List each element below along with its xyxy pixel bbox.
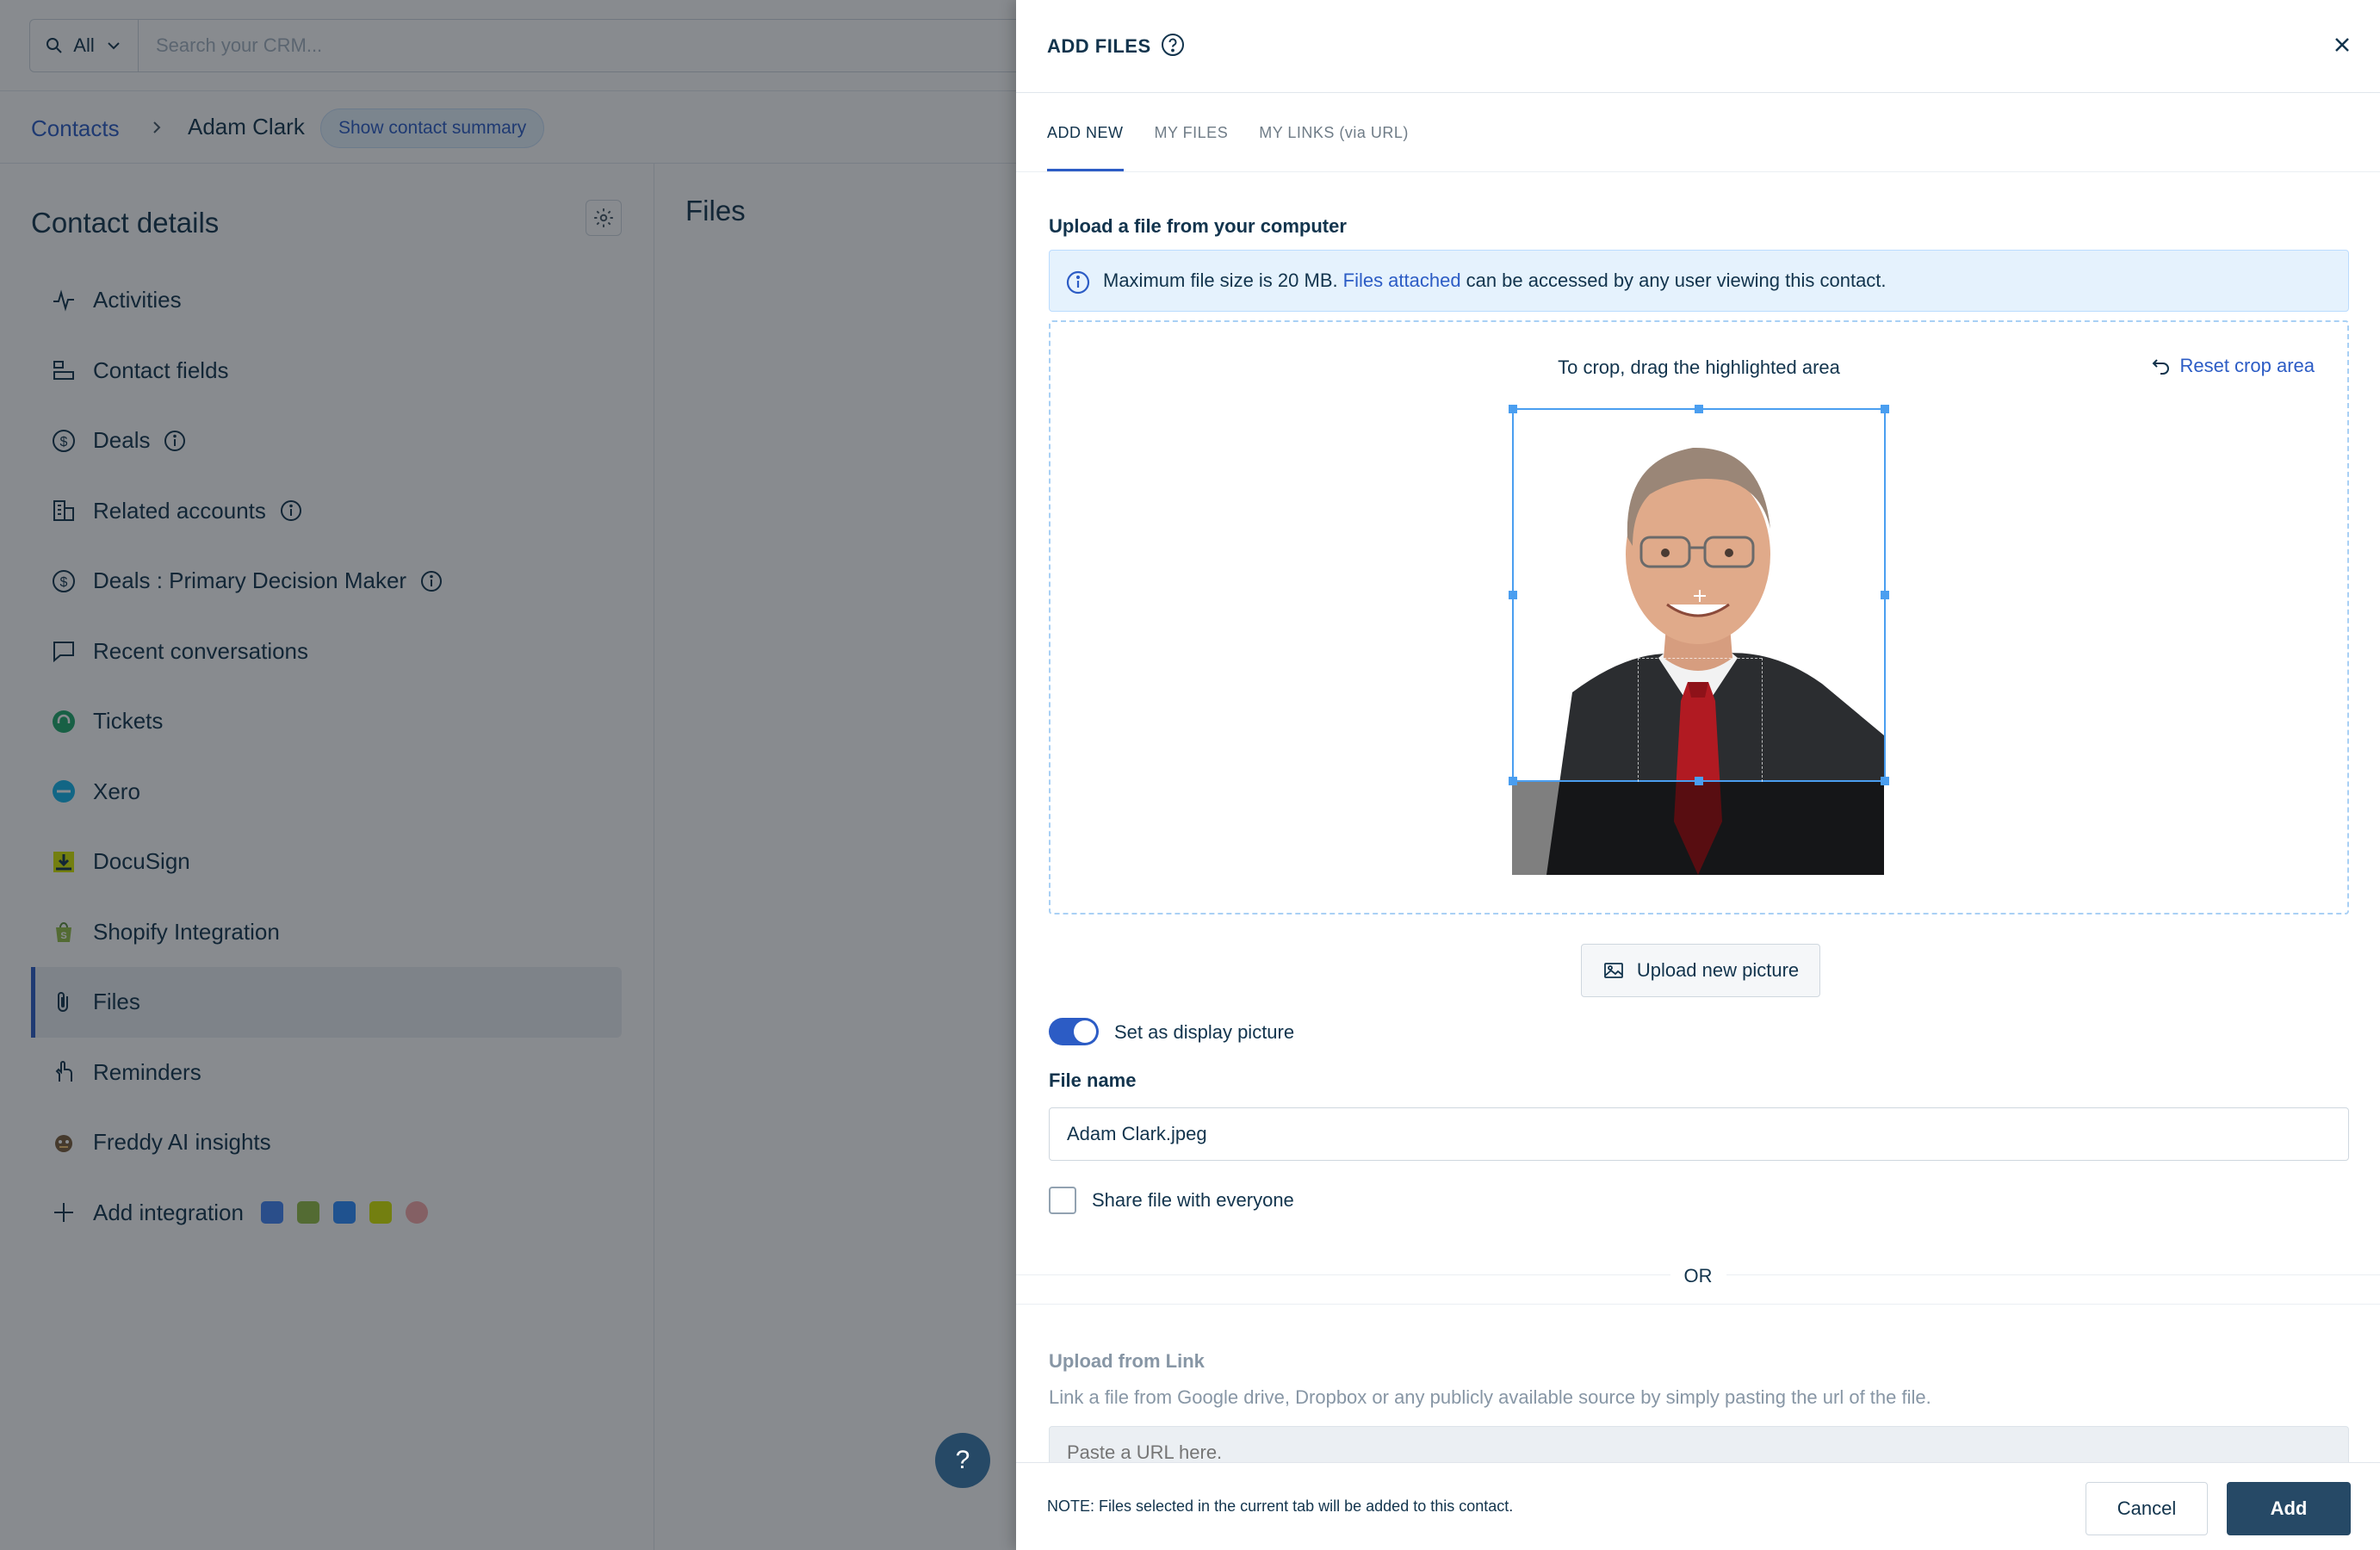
add-button[interactable]: Add (2227, 1482, 2351, 1535)
upload-new-picture-button[interactable]: Upload new picture (1581, 944, 1820, 997)
reset-crop-button[interactable]: Reset crop area (2150, 355, 2315, 377)
upload-from-link-description: Link a file from Google drive, Dropbox o… (1049, 1386, 1931, 1408)
crop-handle-bottom-right[interactable] (1881, 777, 1889, 785)
crop-dimmed-area (1512, 782, 1884, 875)
upload-new-picture-label: Upload new picture (1636, 959, 1800, 981)
crop-handle-top-left[interactable] (1509, 405, 1517, 413)
reset-crop-label: Reset crop area (2179, 355, 2315, 376)
help-button[interactable]: ? (935, 1433, 990, 1488)
drawer-tabs: ADD NEW MY FILES MY LINKS (via URL) (1047, 93, 1409, 172)
display-picture-toggle[interactable] (1049, 1018, 1099, 1045)
file-name-label: File name (1049, 1070, 1137, 1091)
crop-handle-top-right[interactable] (1881, 405, 1889, 413)
or-label: OR (1670, 1265, 1726, 1286)
drawer-title: ADD FILES (1047, 35, 1151, 57)
footer-note: NOTE: Files selected in the current tab … (1047, 1497, 1514, 1515)
banner-text-end: can be accessed by any user viewing this… (1466, 270, 1887, 291)
files-attached-link[interactable]: Files attached (1343, 270, 1461, 292)
close-icon[interactable] (2328, 31, 2356, 59)
upload-from-link-label: Upload from Link (1049, 1350, 1205, 1372)
or-separator: OR (1016, 1265, 2380, 1287)
crop-selection[interactable] (1509, 405, 1889, 785)
image-icon (1603, 963, 1623, 978)
crop-handle-bottom-left[interactable] (1509, 777, 1517, 785)
tabs-divider (1016, 171, 2380, 172)
tab-add-new[interactable]: ADD NEW (1047, 93, 1124, 172)
crop-handle-left[interactable] (1509, 591, 1517, 599)
crop-grid-line (1638, 658, 1762, 659)
tab-my-files[interactable]: MY FILES (1155, 93, 1229, 172)
crop-handle-right[interactable] (1881, 591, 1889, 599)
drawer-header: ADD FILES (1016, 0, 2380, 93)
help-circle-icon[interactable] (1161, 33, 1185, 57)
tab-my-links[interactable]: MY LINKS (via URL) (1259, 93, 1409, 172)
file-name-input[interactable] (1049, 1107, 2349, 1161)
crop-center-icon (1694, 590, 1706, 602)
cancel-button[interactable]: Cancel (2086, 1482, 2208, 1535)
drawer-footer: NOTE: Files selected in the current tab … (1016, 1462, 2380, 1550)
crop-grid-line (1762, 658, 1763, 782)
share-file-label: Share file with everyone (1092, 1189, 1294, 1211)
share-file-checkbox[interactable] (1049, 1187, 1076, 1214)
divider (1016, 1304, 2380, 1305)
file-size-info-banner: Maximum file size is 20 MB. Files attach… (1049, 250, 2349, 312)
banner-text-start: Maximum file size is 20 MB. (1103, 270, 1338, 291)
crop-handle-bottom[interactable] (1695, 777, 1703, 785)
crop-grid-line (1638, 658, 1639, 782)
upload-section-label: Upload a file from your computer (1049, 215, 1347, 237)
info-icon (1066, 270, 1090, 294)
crop-handle-top[interactable] (1695, 405, 1703, 413)
display-picture-label: Set as display picture (1114, 1021, 1295, 1043)
undo-icon (2153, 359, 2170, 375)
